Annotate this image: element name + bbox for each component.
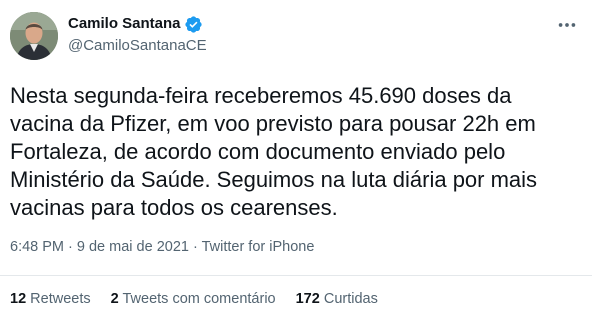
divider xyxy=(0,275,592,276)
quotes-label: Tweets com comentário xyxy=(122,291,276,307)
verified-badge-icon xyxy=(184,15,203,34)
tweet-text: Nesta segunda-feira receberemos 45.690 d… xyxy=(10,83,538,220)
retweets-stat[interactable]: 12 Retweets xyxy=(10,289,91,309)
tweet-meta: 6:48 PM · 9 de mai de 2021 · Twitter for… xyxy=(10,237,314,257)
likes-count: 172 xyxy=(295,291,320,307)
author-name-row: Camilo Santana xyxy=(68,13,207,35)
tweet-time[interactable]: 6:48 PM xyxy=(10,239,64,255)
profile-photo-icon xyxy=(10,12,58,60)
likes-stat[interactable]: 172 Curtidas xyxy=(296,289,378,309)
tweet-date[interactable]: 9 de mai de 2021 xyxy=(77,239,189,255)
meta-separator: · xyxy=(188,239,202,255)
author-name[interactable]: Camilo Santana xyxy=(68,14,181,34)
quotes-count: 2 xyxy=(110,291,119,307)
tweet-card: Camilo Santana @CamiloSantanaCE Nesta se… xyxy=(0,0,592,312)
tweet-source[interactable]: Twitter for iPhone xyxy=(202,239,315,255)
author-block: Camilo Santana @CamiloSantanaCE xyxy=(68,13,207,56)
more-horizontal-icon xyxy=(558,23,576,27)
retweets-label: Retweets xyxy=(30,291,91,307)
quote-tweets-stat[interactable]: 2 Tweets com comentário xyxy=(111,289,276,309)
meta-separator: · xyxy=(64,239,77,255)
avatar[interactable] xyxy=(10,12,58,60)
retweets-count: 12 xyxy=(10,291,27,307)
tweet-stats: 12 Retweets 2 Tweets com comentário 172 … xyxy=(10,289,398,309)
author-handle[interactable]: @CamiloSantanaCE xyxy=(68,36,207,56)
likes-label: Curtidas xyxy=(323,291,378,307)
more-options-button[interactable] xyxy=(556,14,578,36)
